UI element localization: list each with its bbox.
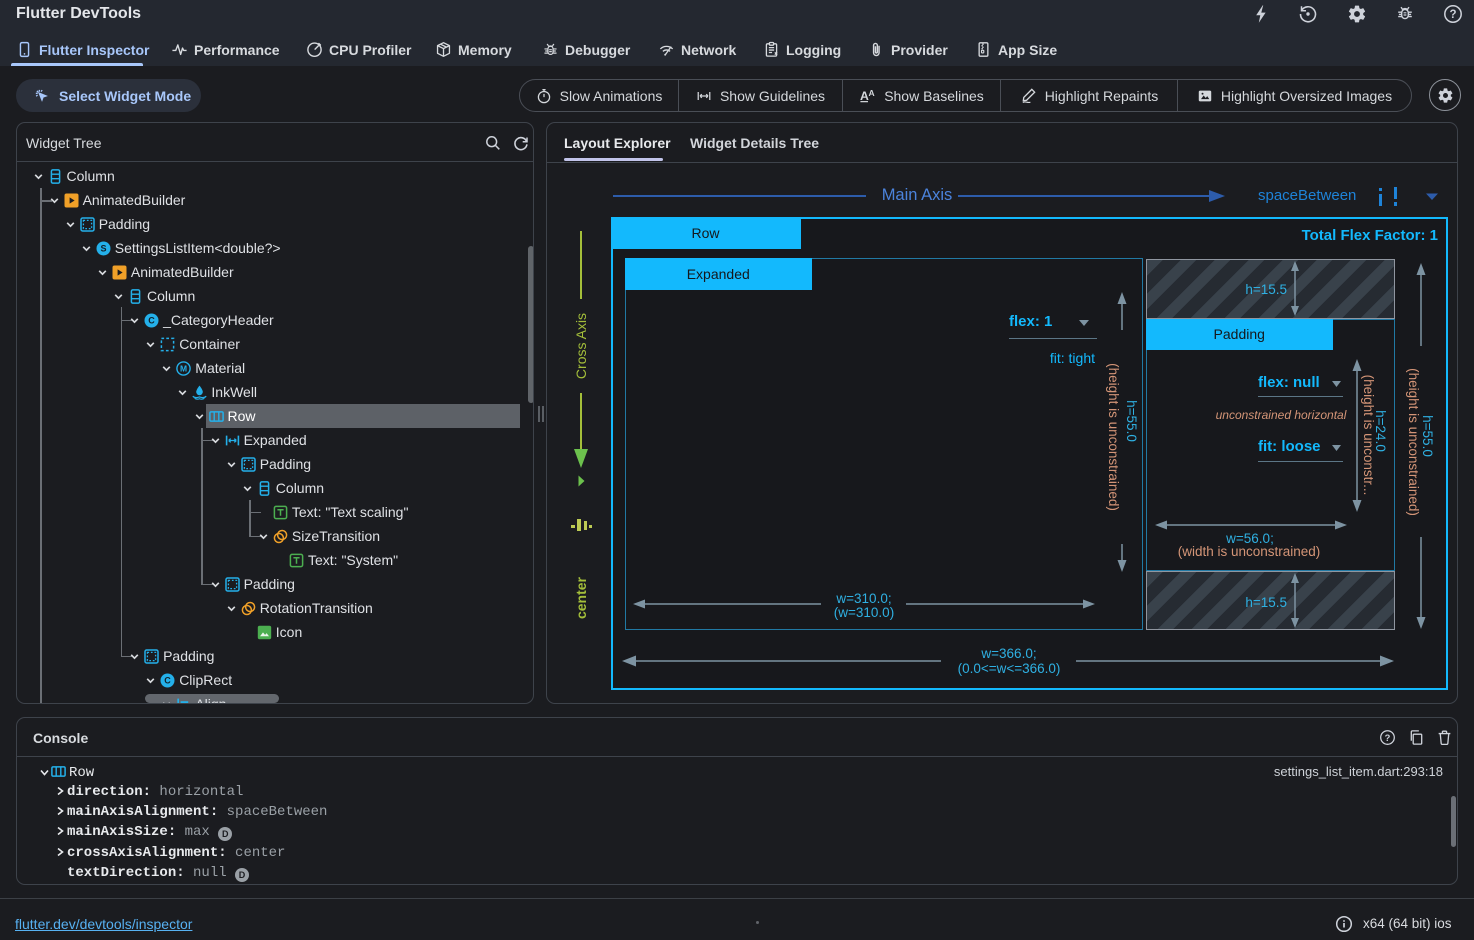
svg-text:S: S: [100, 243, 106, 253]
svg-text:M: M: [180, 363, 187, 373]
svg-text:C: C: [164, 675, 171, 685]
svg-text:C: C: [148, 315, 155, 325]
svg-text:A: A: [869, 88, 875, 98]
svg-text:?: ?: [1385, 733, 1391, 743]
svg-text:?: ?: [1449, 9, 1456, 21]
